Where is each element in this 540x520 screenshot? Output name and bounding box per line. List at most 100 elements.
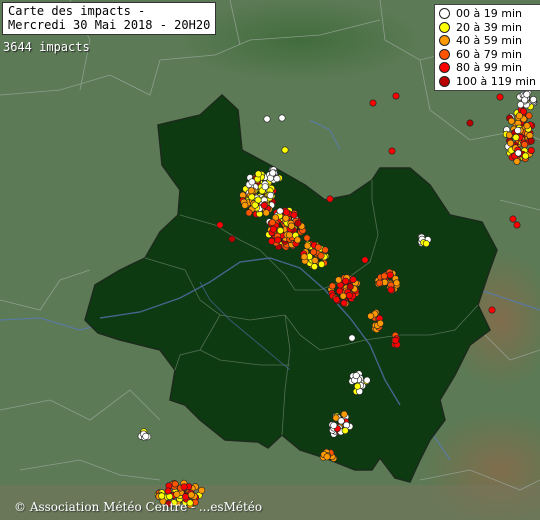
strike-dot bbox=[262, 209, 270, 217]
strike-dot bbox=[393, 279, 401, 287]
strike-dot bbox=[339, 292, 347, 300]
strike-dot bbox=[318, 260, 326, 268]
impact-count: 3644 impacts bbox=[3, 40, 90, 54]
map-date: Mercredi 30 Mai 2018 - 20H20 bbox=[8, 18, 211, 32]
strike-dot bbox=[290, 211, 298, 219]
strike-dot bbox=[281, 146, 289, 154]
strike-dot bbox=[348, 334, 356, 342]
strike-dot bbox=[261, 183, 269, 191]
strike-dot bbox=[466, 119, 474, 127]
strike-dot bbox=[311, 256, 319, 264]
strike-dot bbox=[512, 133, 520, 141]
strike-dot bbox=[514, 149, 522, 157]
strike-dot bbox=[260, 202, 268, 210]
strike-dot bbox=[198, 486, 206, 494]
strike-dot bbox=[228, 235, 236, 243]
strike-dot bbox=[314, 243, 322, 251]
strike-dot bbox=[340, 410, 348, 418]
strike-dot bbox=[294, 219, 302, 227]
strike-dot bbox=[342, 277, 350, 285]
strike-dot bbox=[345, 291, 353, 299]
strike-dot bbox=[310, 263, 318, 271]
strike-dot bbox=[527, 137, 535, 145]
strike-dot bbox=[513, 221, 521, 229]
swatch-dot-icon bbox=[439, 21, 450, 33]
strike-dot bbox=[164, 487, 172, 495]
strike-dot bbox=[278, 114, 286, 122]
strike-dot bbox=[514, 126, 522, 134]
legend-label: 40 à 59 min bbox=[456, 34, 522, 47]
strike-dot bbox=[245, 209, 253, 217]
strike-dot bbox=[323, 453, 331, 461]
strike-dot bbox=[267, 191, 275, 199]
swatch-dot-icon bbox=[439, 48, 450, 60]
strike-dot bbox=[158, 492, 166, 500]
strike-dot bbox=[392, 336, 400, 344]
swatch-dot-icon bbox=[439, 62, 450, 74]
strike-dot bbox=[506, 139, 514, 147]
strike-dot bbox=[341, 427, 349, 435]
strike-dot bbox=[353, 382, 361, 390]
map-title-box: Carte des impacts - Mercredi 30 Mai 2018… bbox=[2, 2, 217, 35]
strike-dot bbox=[521, 152, 529, 160]
strike-dot bbox=[513, 158, 521, 166]
strike-dot bbox=[509, 215, 517, 223]
strike-dot bbox=[330, 421, 338, 429]
strike-dot bbox=[282, 208, 290, 216]
legend-label: 20 à 39 min bbox=[456, 20, 522, 34]
strike-dot bbox=[263, 115, 271, 123]
strike-dot bbox=[268, 218, 276, 226]
strike-dot bbox=[328, 282, 336, 290]
legend-item-4: 80 à 99 min bbox=[439, 61, 540, 75]
strike-dot bbox=[523, 90, 531, 98]
legend-label: 80 à 99 min bbox=[456, 61, 522, 74]
strike-dot bbox=[247, 187, 255, 195]
strike-dot bbox=[269, 169, 277, 177]
strike-dot bbox=[273, 175, 281, 183]
copyright-credit: © Association Météo Centre - ...esMétéo bbox=[14, 500, 263, 514]
strike-dot bbox=[326, 195, 334, 203]
strike-dot bbox=[254, 170, 262, 178]
legend-item-1: 20 à 39 min bbox=[439, 21, 540, 35]
swatch-dot-icon bbox=[439, 75, 450, 87]
strike-dot bbox=[317, 252, 325, 260]
strike-dot bbox=[361, 256, 369, 264]
strike-dot bbox=[332, 295, 340, 303]
strike-dot bbox=[496, 93, 504, 101]
strike-dot bbox=[276, 207, 284, 215]
strike-dot bbox=[352, 372, 360, 380]
strike-dot bbox=[488, 306, 496, 314]
strike-dot bbox=[216, 221, 224, 229]
strike-dot bbox=[269, 225, 277, 233]
legend-label: 00 à 19 min bbox=[456, 7, 522, 20]
strike-dot bbox=[349, 275, 357, 283]
swatch-dot-icon bbox=[439, 8, 450, 20]
legend-item-2: 40 à 59 min bbox=[439, 34, 540, 48]
strike-dot bbox=[274, 236, 282, 244]
strike-dot bbox=[248, 178, 256, 186]
strike-dot bbox=[335, 276, 343, 284]
map-title: Carte des impacts - bbox=[8, 4, 146, 18]
strike-dot bbox=[142, 432, 150, 440]
strike-dot bbox=[387, 286, 395, 294]
strike-dot bbox=[187, 491, 195, 499]
strike-dot bbox=[388, 147, 396, 155]
strike-dot bbox=[376, 319, 384, 327]
legend-item-3: 60 à 79 min bbox=[439, 48, 540, 62]
strike-dot bbox=[251, 201, 259, 209]
strike-dot bbox=[180, 483, 188, 491]
swatch-dot-icon bbox=[439, 35, 450, 47]
lightning-map: Carte des impacts - Mercredi 30 Mai 2018… bbox=[0, 0, 540, 520]
legend-label: 60 à 79 min bbox=[456, 47, 522, 61]
strike-dot bbox=[321, 246, 329, 254]
strike-dot bbox=[386, 271, 394, 279]
strike-dot bbox=[268, 237, 276, 245]
strike-dot bbox=[422, 240, 430, 248]
strike-dot bbox=[369, 99, 377, 107]
strike-dot bbox=[376, 279, 384, 287]
legend-item-0: 00 à 19 min bbox=[439, 7, 540, 21]
strike-dot bbox=[367, 312, 375, 320]
strike-dot bbox=[171, 480, 179, 488]
strike-dot bbox=[303, 242, 311, 250]
strike-dot bbox=[294, 236, 302, 244]
